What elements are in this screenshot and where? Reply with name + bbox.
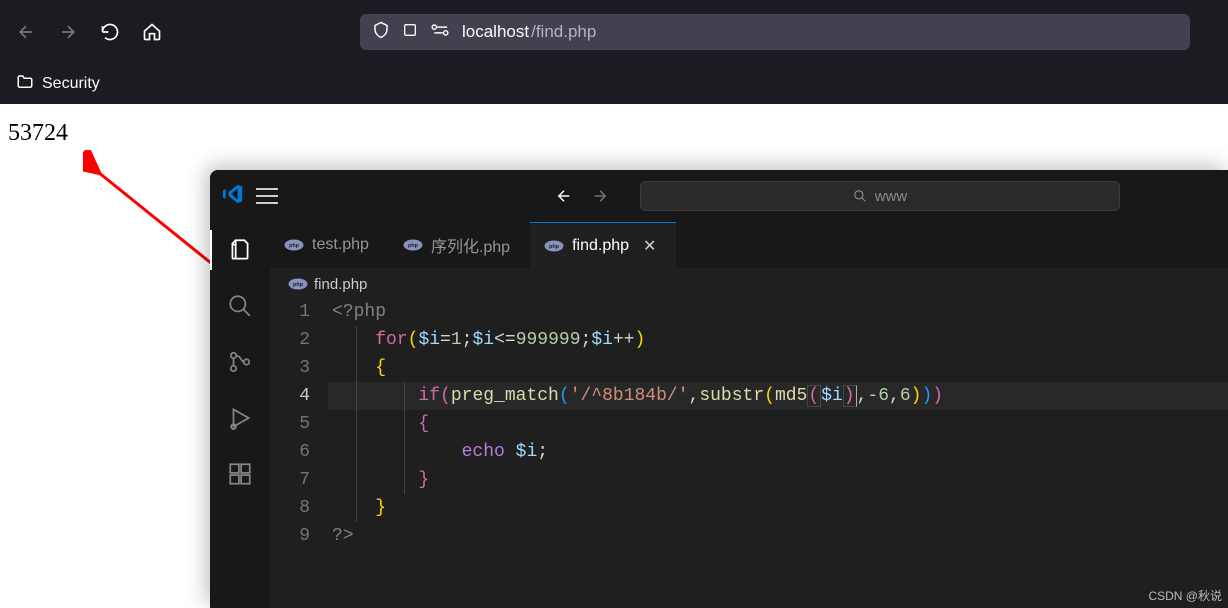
explorer-icon[interactable] <box>226 236 254 264</box>
browser-toolbar: localhost/find.php <box>0 0 1228 64</box>
vscode-back-button[interactable] <box>550 182 578 210</box>
vscode-search-box[interactable]: www <box>640 181 1120 211</box>
code-editor[interactable]: 1 2 3 4 5 6 7 8 9 <?php for($i=1;$i<=999… <box>270 296 1228 608</box>
svg-text:php: php <box>289 243 300 249</box>
watermark: CSDN @秋说 <box>1148 587 1222 604</box>
breadcrumb-item: find.php <box>314 276 367 293</box>
menu-button[interactable] <box>256 188 278 204</box>
editor-tabs: php test.php php 序列化.php php find.php ✕ <box>270 222 1228 268</box>
reload-button[interactable] <box>96 18 124 46</box>
php-file-icon: php <box>288 277 308 291</box>
php-file-icon: php <box>544 239 564 253</box>
php-file-icon: php <box>284 238 304 252</box>
home-button[interactable] <box>138 18 166 46</box>
tab-label: 序列化.php <box>431 233 510 257</box>
vscode-search-text: www <box>875 188 908 205</box>
search-activity-icon[interactable] <box>226 292 254 320</box>
vscode-window: www php test.php php 序列化.php php <box>210 170 1228 608</box>
vscode-titlebar: www <box>210 170 1228 222</box>
page-info-icon <box>402 22 418 43</box>
extensions-icon[interactable] <box>226 460 254 488</box>
activity-bar <box>210 222 270 608</box>
breadcrumb[interactable]: php find.php <box>270 268 1228 296</box>
svg-text:php: php <box>549 244 560 250</box>
page-body-output: 53724 <box>0 104 1228 163</box>
back-button[interactable] <box>12 18 40 46</box>
php-file-icon: php <box>403 238 423 252</box>
shield-icon <box>372 21 390 44</box>
tab-label: test.php <box>312 236 369 254</box>
svg-text:php: php <box>293 282 304 288</box>
editor-area: php test.php php 序列化.php php find.php ✕ … <box>270 222 1228 608</box>
url-text: localhost/find.php <box>462 22 596 42</box>
bookmarks-bar: Security <box>0 64 1228 104</box>
code-lines: <?php for($i=1;$i<=999999;$i++) { if(pre… <box>328 296 1228 608</box>
search-icon <box>853 189 867 203</box>
tab-find-php[interactable]: php find.php ✕ <box>530 222 676 268</box>
tab-test-php[interactable]: php test.php <box>270 222 389 268</box>
tab-label: find.php <box>572 237 629 255</box>
run-debug-icon[interactable] <box>226 404 254 432</box>
bookmark-folder-security[interactable]: Security <box>42 75 100 93</box>
forward-button[interactable] <box>54 18 82 46</box>
vscode-forward-button[interactable] <box>586 182 614 210</box>
vscode-logo-icon <box>222 183 244 210</box>
tab-serialize-php[interactable]: php 序列化.php <box>389 222 530 268</box>
svg-text:php: php <box>408 243 419 249</box>
close-icon[interactable]: ✕ <box>643 236 656 256</box>
source-control-icon[interactable] <box>226 348 254 376</box>
line-gutter: 1 2 3 4 5 6 7 8 9 <box>270 296 328 608</box>
folder-icon <box>16 73 34 96</box>
permissions-icon <box>430 22 450 43</box>
address-bar[interactable]: localhost/find.php <box>360 14 1190 50</box>
